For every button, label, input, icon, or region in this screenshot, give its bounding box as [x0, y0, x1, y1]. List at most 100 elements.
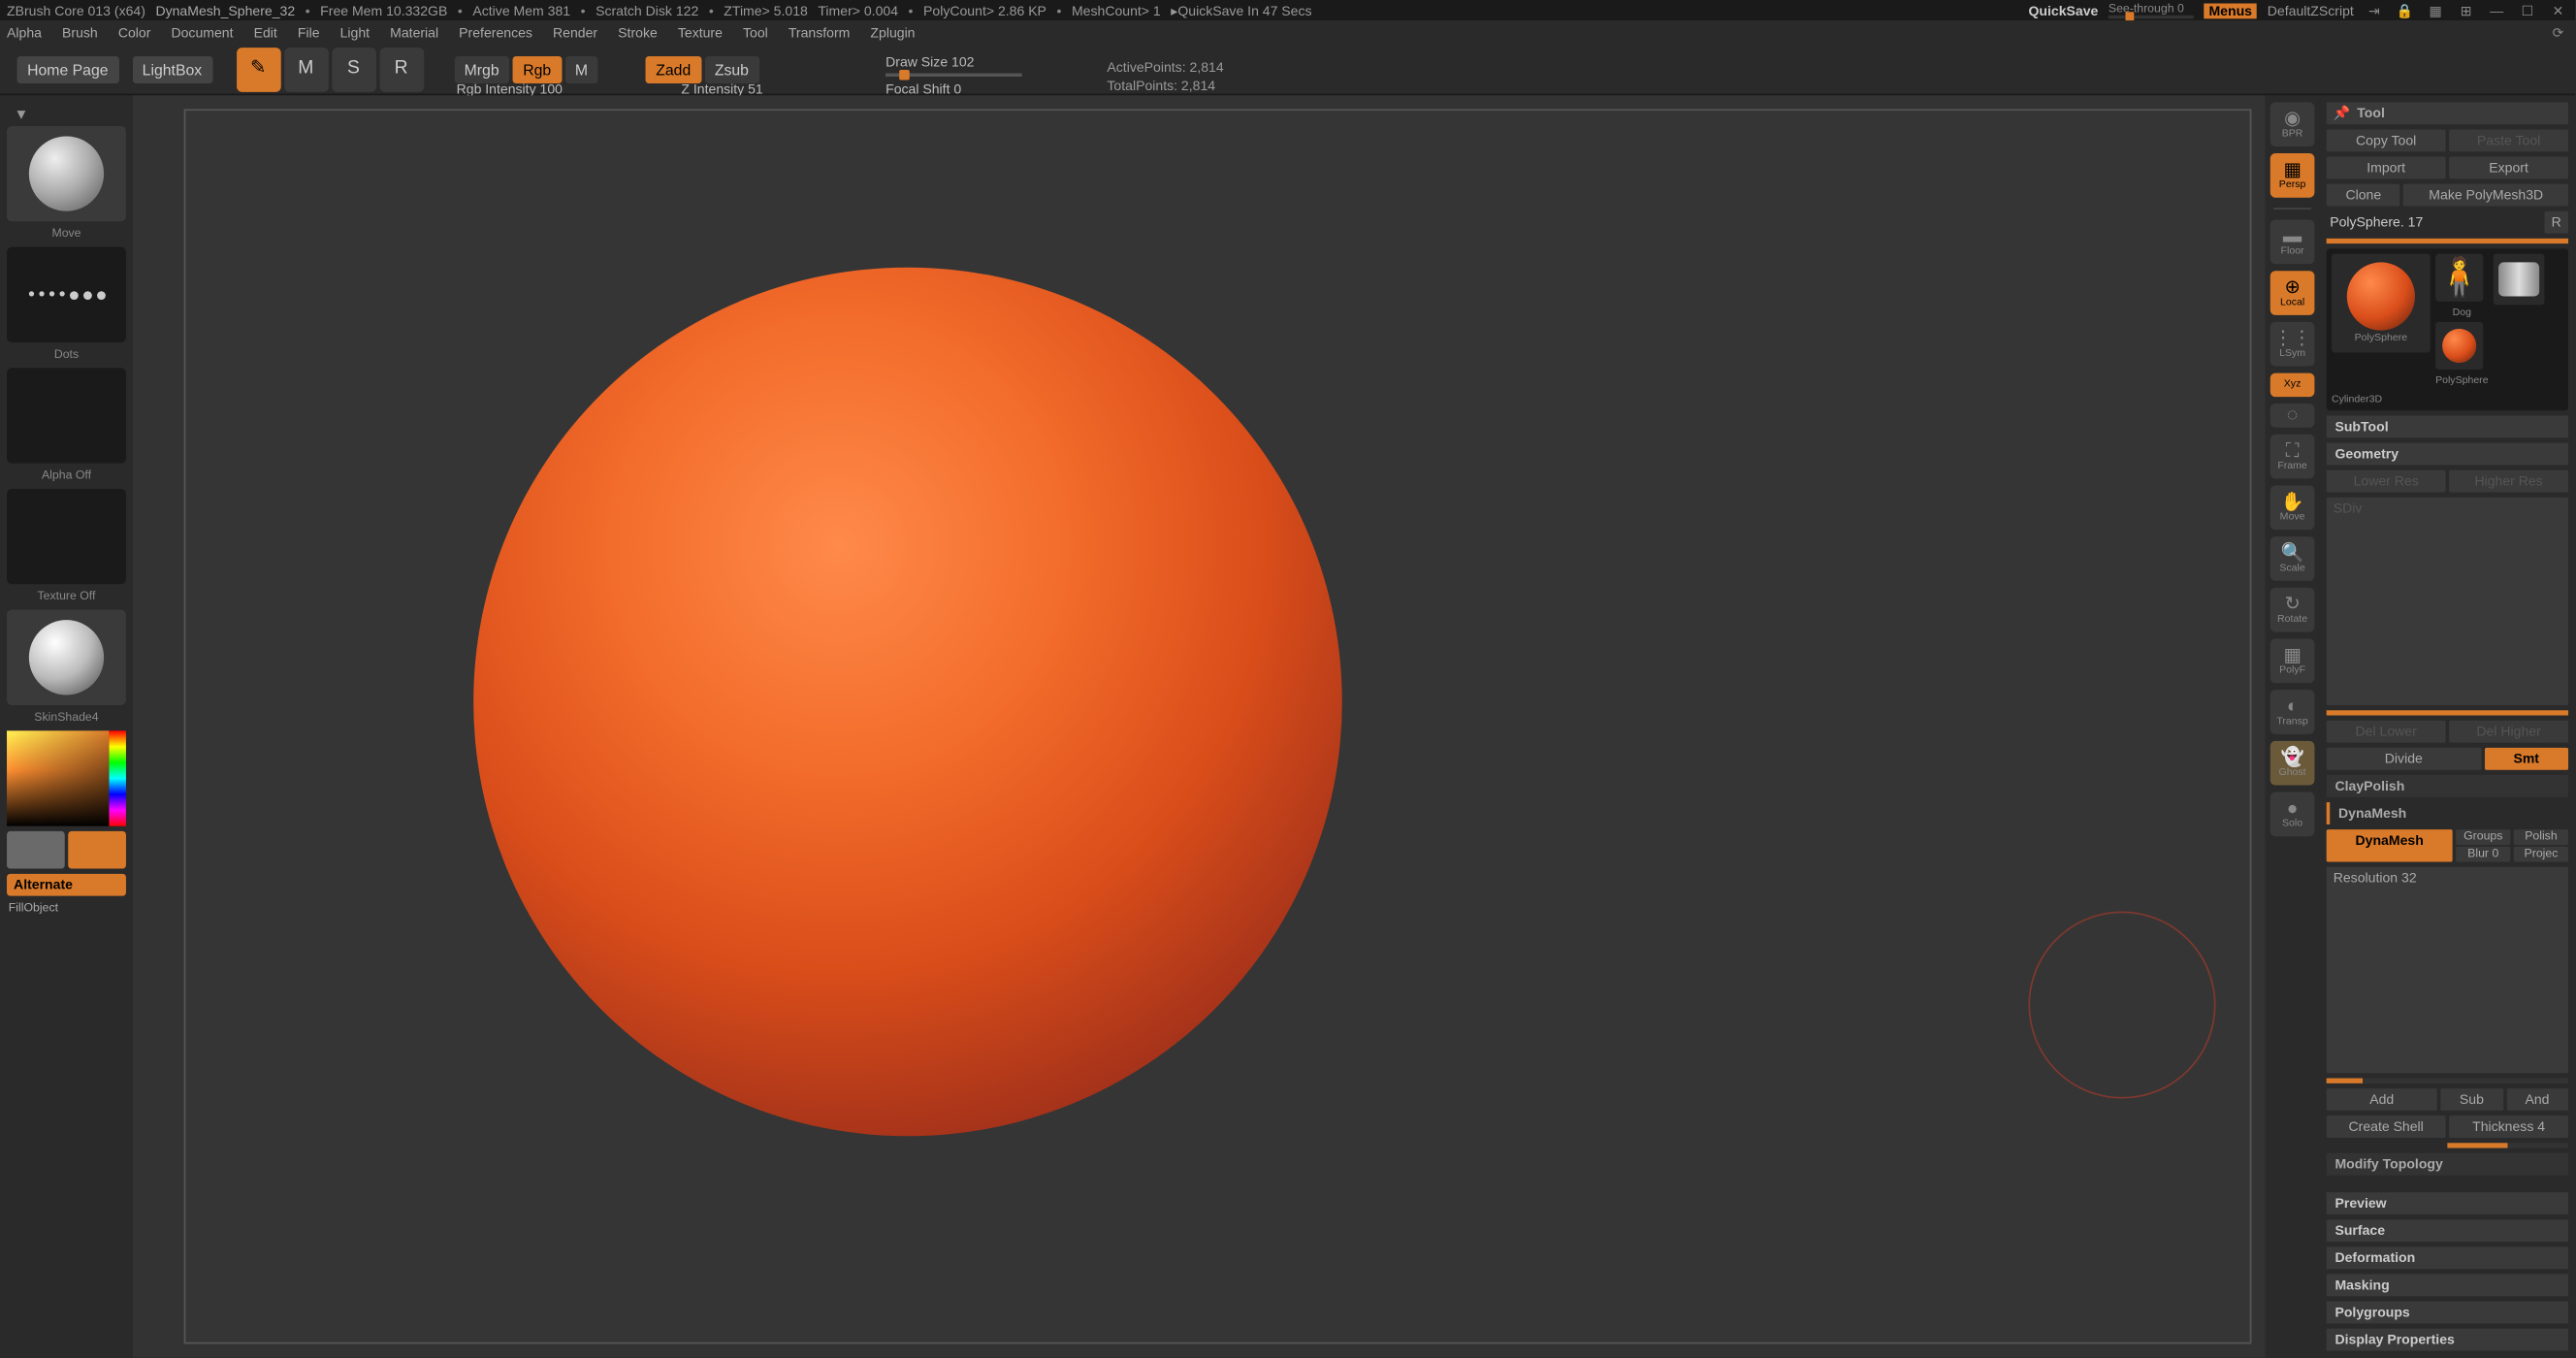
- grid-icon[interactable]: ▦: [2426, 2, 2446, 19]
- blur-slider[interactable]: Blur 0: [2456, 846, 2510, 861]
- create-shell-button[interactable]: Create Shell: [2327, 1116, 2446, 1138]
- nav-move-button[interactable]: ✋Move: [2270, 485, 2315, 530]
- default-zscript[interactable]: DefaultZScript: [2268, 3, 2354, 18]
- maximize-icon[interactable]: ☐: [2517, 2, 2537, 19]
- mrgb-button[interactable]: Mrgb: [454, 55, 509, 82]
- m-button[interactable]: M: [564, 55, 597, 82]
- zadd-button[interactable]: Zadd: [646, 55, 701, 82]
- frame-button[interactable]: ⛶Frame: [2270, 435, 2315, 479]
- thickness-slider-track[interactable]: [2447, 1143, 2568, 1148]
- fill-object-button[interactable]: FillObject: [7, 901, 126, 917]
- r-toggle[interactable]: R: [2544, 211, 2568, 234]
- sub-button[interactable]: Sub: [2440, 1088, 2502, 1111]
- polygroups-section[interactable]: Polygroups: [2327, 1302, 2568, 1324]
- quicksave-button[interactable]: QuickSave: [2028, 3, 2098, 18]
- add-button[interactable]: Add: [2327, 1088, 2437, 1111]
- make-polymesh-button[interactable]: Make PolyMesh3D: [2403, 184, 2568, 207]
- export-button[interactable]: Export: [2449, 157, 2568, 179]
- project-toggle[interactable]: Projec: [2514, 846, 2568, 861]
- menu-preferences[interactable]: Preferences: [459, 24, 532, 40]
- lsym-button[interactable]: ⋮⋮LSym: [2270, 322, 2315, 367]
- preview-section[interactable]: Preview: [2327, 1192, 2568, 1214]
- viewport-canvas[interactable]: [184, 109, 2252, 1343]
- clone-button[interactable]: Clone: [2327, 184, 2400, 207]
- paste-tool-button[interactable]: Paste Tool: [2449, 129, 2568, 151]
- and-button[interactable]: And: [2506, 1088, 2568, 1111]
- import-button[interactable]: Import: [2327, 157, 2446, 179]
- rotate-mode-button[interactable]: RRotate: [379, 47, 424, 91]
- surface-section[interactable]: Surface: [2327, 1219, 2568, 1242]
- stroke-selector[interactable]: [7, 247, 126, 342]
- draw-size-slider[interactable]: [886, 74, 1021, 78]
- smt-toggle[interactable]: Smt: [2484, 747, 2568, 769]
- menu-brush[interactable]: Brush: [62, 24, 98, 40]
- menu-transform[interactable]: Transform: [789, 24, 850, 40]
- menu-edit[interactable]: Edit: [254, 24, 277, 40]
- see-through-slider[interactable]: See-through 0: [2109, 3, 2194, 18]
- zsub-button[interactable]: Zsub: [704, 55, 758, 82]
- nav-scale-button[interactable]: 🔍Scale: [2270, 536, 2315, 581]
- axis-small-button[interactable]: ◌: [2270, 404, 2315, 428]
- persp-button[interactable]: ▦Persp: [2270, 153, 2315, 198]
- thumb-cylinder[interactable]: [2494, 254, 2545, 306]
- swatch-secondary[interactable]: [7, 831, 65, 869]
- menu-tool[interactable]: Tool: [743, 24, 768, 40]
- polish-toggle[interactable]: Polish: [2514, 828, 2568, 844]
- color-picker[interactable]: [7, 730, 126, 825]
- transp-button[interactable]: ◐Transp: [2270, 690, 2315, 734]
- lock-icon[interactable]: 🔒: [2395, 2, 2415, 19]
- scale-mode-button[interactable]: SScale: [332, 47, 376, 91]
- deformation-section[interactable]: Deformation: [2327, 1246, 2568, 1269]
- menu-render[interactable]: Render: [553, 24, 597, 40]
- brush-selector[interactable]: [7, 126, 126, 221]
- texture-selector[interactable]: [7, 489, 126, 584]
- thickness-slider[interactable]: Thickness 4: [2449, 1116, 2568, 1138]
- geometry-section[interactable]: Geometry: [2327, 443, 2568, 466]
- thumb-polysphere[interactable]: PolySphere: [2332, 254, 2431, 353]
- nav-rotate-button[interactable]: ↻Rotate: [2270, 588, 2315, 632]
- menus-toggle[interactable]: Menus: [2204, 3, 2257, 18]
- palette-icon[interactable]: ⊞: [2456, 2, 2476, 19]
- close-icon[interactable]: ✕: [2548, 2, 2568, 19]
- minimize-icon[interactable]: —: [2487, 2, 2507, 19]
- groups-toggle[interactable]: Groups: [2456, 828, 2510, 844]
- sdiv-slider[interactable]: SDiv: [2327, 498, 2568, 704]
- polyf-button[interactable]: ▦PolyF: [2270, 639, 2315, 684]
- solo-button[interactable]: ●Solo: [2270, 792, 2315, 837]
- swatch-primary[interactable]: [68, 831, 126, 869]
- floor-button[interactable]: ▬Floor: [2270, 220, 2315, 265]
- copy-tool-button[interactable]: Copy Tool: [2327, 129, 2446, 151]
- lower-res-button[interactable]: Lower Res: [2327, 470, 2446, 493]
- menu-file[interactable]: File: [298, 24, 320, 40]
- arrows-icon[interactable]: ⇥: [2364, 2, 2384, 19]
- menu-light[interactable]: Light: [340, 24, 370, 40]
- menu-stroke[interactable]: Stroke: [618, 24, 658, 40]
- local-button[interactable]: ⊕Local: [2270, 271, 2315, 315]
- del-higher-button[interactable]: Del Higher: [2449, 720, 2568, 742]
- masking-section[interactable]: Masking: [2327, 1274, 2568, 1296]
- pin-icon[interactable]: 📌: [2334, 106, 2351, 121]
- resolution-slider-track[interactable]: [2327, 1079, 2568, 1083]
- material-selector[interactable]: [7, 610, 126, 705]
- display-properties-section[interactable]: Display Properties: [2327, 1329, 2568, 1351]
- alternate-button[interactable]: Alternate: [7, 874, 126, 896]
- menu-alpha[interactable]: Alpha: [7, 24, 42, 40]
- bpr-button[interactable]: ◉BPR: [2270, 102, 2315, 146]
- lightbox-button[interactable]: LightBox: [132, 55, 212, 82]
- thumb-dog[interactable]: 🧍: [2435, 254, 2483, 302]
- rgb-button[interactable]: Rgb: [513, 55, 562, 82]
- tool-slider[interactable]: [2327, 239, 2568, 243]
- menu-texture[interactable]: Texture: [678, 24, 723, 40]
- ghost-button[interactable]: 👻Ghost: [2270, 741, 2315, 786]
- mesh-polysphere[interactable]: [473, 268, 1342, 1137]
- resolution-slider[interactable]: Resolution 32: [2327, 866, 2568, 1073]
- draw-mode-button[interactable]: ✎Draw: [236, 47, 280, 91]
- sdiv-slider-track[interactable]: [2327, 709, 2568, 714]
- subtool-section[interactable]: SubTool: [2327, 415, 2568, 437]
- dynamesh-section[interactable]: DynaMesh: [2327, 801, 2568, 824]
- higher-res-button[interactable]: Higher Res: [2449, 470, 2568, 493]
- home-page-button[interactable]: Home Page: [17, 55, 119, 82]
- divide-button[interactable]: Divide: [2327, 747, 2481, 769]
- alpha-selector[interactable]: [7, 368, 126, 463]
- xyz-button[interactable]: Xyz: [2270, 373, 2315, 398]
